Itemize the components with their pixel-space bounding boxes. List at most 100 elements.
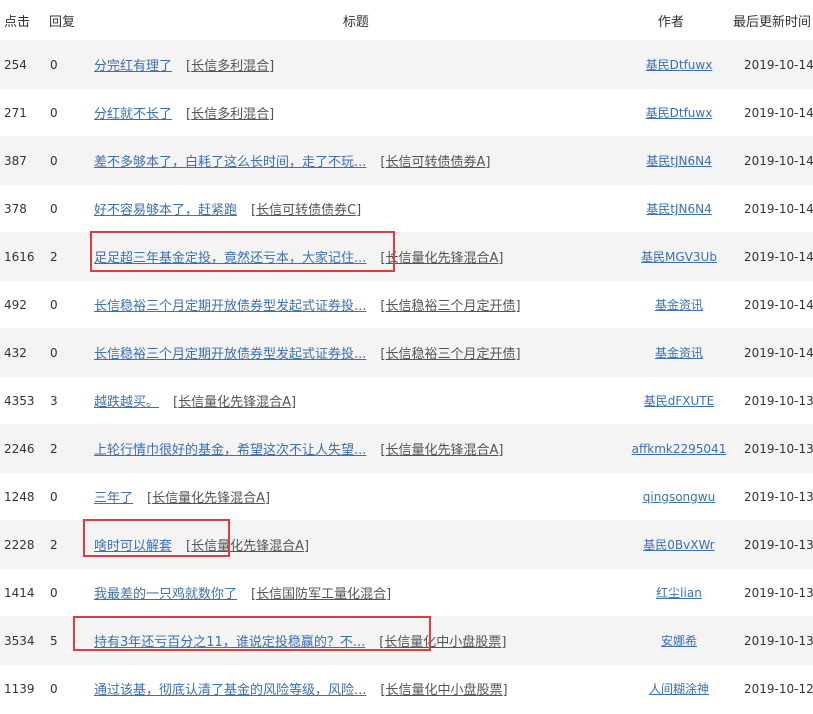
row-clicks: 492	[4, 297, 27, 312]
post-title-link[interactable]: 啥时可以解套	[94, 539, 172, 554]
row-title-cell: 持有3年还亏百分之11，谁说定投稳赢的？不... [长信量化中小盘股票]	[94, 631, 614, 650]
fund-tag: [长信稳裕三个月定开债]	[380, 347, 521, 362]
row-updated: 2019-10-14	[744, 249, 813, 264]
header-clicks: 点击	[4, 14, 31, 30]
fund-link[interactable]: 长信可转债债券A	[385, 155, 485, 170]
author-link[interactable]: 基民tJN6N4	[646, 202, 711, 216]
fund-tag: [长信稳裕三个月定开债]	[380, 299, 521, 314]
post-title-link[interactable]: 分红就不长了	[94, 107, 172, 122]
author-link[interactable]: affkmk2295041	[632, 442, 727, 456]
fund-link[interactable]: 长信可转债债券C	[256, 203, 356, 218]
post-title-link[interactable]: 分完红有理了	[94, 59, 172, 74]
author-link[interactable]: qingsongwu	[643, 490, 715, 504]
row-replies: 0	[50, 489, 58, 504]
row-updated: 2019-10-12	[744, 681, 813, 696]
row-replies: 0	[50, 57, 58, 72]
row-title-cell: 上轮行情巾很好的基金，希望这次不让人失望... [长信量化先锋混合A]	[94, 439, 614, 458]
row-updated: 2019-10-13	[744, 393, 813, 408]
post-title-link[interactable]: 长信稳裕三个月定期开放债券型发起式证券投...	[94, 347, 366, 362]
table-row: 1248 0 三年了 [长信量化先锋混合A] qingsongwu 2019-10…	[0, 472, 813, 520]
post-title-link[interactable]: 长信稳裕三个月定期开放债券型发起式证券投...	[94, 299, 366, 314]
row-author-cell: 基金资讯	[614, 344, 744, 361]
row-replies: 2	[50, 249, 58, 264]
fund-tag: [长信可转债债券A]	[380, 155, 491, 170]
author-link[interactable]: 基民tJN6N4	[646, 154, 711, 168]
fund-link[interactable]: 长信量化先锋混合A	[385, 251, 498, 266]
table-row: 387 0 差不多够本了，白耗了这么长时间，走了不玩... [长信可转债债券A] …	[0, 136, 813, 184]
row-clicks: 1248	[4, 489, 35, 504]
row-replies: 0	[50, 153, 58, 168]
fund-link[interactable]: 长信量化中小盘股票	[384, 635, 501, 650]
fund-link[interactable]: 长信多利混合	[191, 107, 269, 122]
author-link[interactable]: 基民Dtfuwx	[646, 106, 713, 120]
fund-tag: [长信可转债债券C]	[251, 203, 362, 218]
table-row: 3534 5 持有3年还亏百分之11，谁说定投稳赢的？不... [长信量化中小盘股…	[0, 616, 813, 664]
fund-tag: [长信多利混合]	[186, 59, 275, 74]
post-title-link[interactable]: 好不容易够本了，赶紧跑	[94, 203, 237, 218]
post-title-link[interactable]: 差不多够本了，白耗了这么长时间，走了不玩...	[94, 155, 366, 170]
author-link[interactable]: 基民Dtfuwx	[646, 58, 713, 72]
author-link[interactable]: 基民0BvXWr	[643, 538, 714, 552]
author-link[interactable]: 基金资讯	[655, 298, 703, 312]
row-title-cell: 长信稳裕三个月定期开放债券型发起式证券投... [长信稳裕三个月定开债]	[94, 295, 614, 314]
fund-link[interactable]: 长信稳裕三个月定开债	[385, 299, 515, 314]
author-link[interactable]: 安娜希	[661, 634, 697, 648]
row-updated: 2019-10-14	[744, 297, 813, 312]
row-updated: 2019-10-14	[744, 345, 813, 360]
post-title-link[interactable]: 足足超三年基金定投，竟然还亏本，大家记住...	[94, 251, 366, 266]
header-replies: 回复	[49, 14, 76, 30]
fund-tag: [长信量化先锋混合A]	[380, 251, 504, 266]
row-author-cell: 基金资讯	[614, 296, 744, 313]
fund-link[interactable]: 长信量化先锋混合A	[178, 395, 291, 410]
row-clicks: 271	[4, 105, 27, 120]
row-replies: 0	[50, 681, 58, 696]
row-author-cell: 基民0BvXWr	[614, 536, 744, 553]
post-title-link[interactable]: 持有3年还亏百分之11，谁说定投稳赢的？不...	[94, 635, 365, 650]
table-row: 271 0 分红就不长了 [长信多利混合] 基民Dtfuwx 2019-10-14	[0, 88, 813, 136]
row-author-cell: 基民Dtfuwx	[614, 104, 744, 121]
post-title-link[interactable]: 上轮行情巾很好的基金，希望这次不让人失望...	[94, 443, 366, 458]
fund-tag: [长信量化先锋混合A]	[186, 539, 310, 554]
fund-link[interactable]: 长信量化先锋混合A	[385, 443, 498, 458]
row-author-cell: qingsongwu	[614, 490, 744, 504]
fund-tag: [长信量化中小盘股票]	[379, 635, 507, 650]
post-title-link[interactable]: 通过该基，彻底认清了基金的风险等级，风险...	[94, 683, 366, 698]
row-clicks: 432	[4, 345, 27, 360]
post-title-link[interactable]: 我最差的一只鸡就数你了	[94, 587, 237, 602]
fund-tag: [长信量化先锋混合A]	[173, 395, 297, 410]
post-title-link[interactable]: 越跌越买。	[94, 395, 159, 410]
table-header: 点击 回复 标题 作者 最后更新时间	[0, 0, 813, 40]
author-link[interactable]: 红尘lian	[656, 586, 702, 600]
table-row: 378 0 好不容易够本了，赶紧跑 [长信可转债债券C] 基民tJN6N4 201…	[0, 184, 813, 232]
author-link[interactable]: 人间糊涂神	[649, 682, 709, 696]
row-title-cell: 足足超三年基金定投，竟然还亏本，大家记住... [长信量化先锋混合A]	[94, 247, 614, 266]
row-author-cell: 人间糊涂神	[614, 680, 744, 697]
row-updated: 2019-10-14	[744, 153, 813, 168]
post-title-link[interactable]: 三年了	[94, 491, 133, 506]
fund-link[interactable]: 长信多利混合	[191, 59, 269, 74]
author-link[interactable]: 基民dFXUTE	[644, 394, 714, 408]
row-updated: 2019-10-14	[744, 105, 813, 120]
fund-link[interactable]: 长信稳裕三个月定开债	[385, 347, 515, 362]
row-clicks: 254	[4, 57, 27, 72]
row-author-cell: 基民Dtfuwx	[614, 56, 744, 73]
header-updated: 最后更新时间	[732, 14, 811, 30]
table-row: 4353 3 越跌越买。 [长信量化先锋混合A] 基民dFXUTE 2019-10…	[0, 376, 813, 424]
header-title: 标题	[342, 14, 369, 30]
fund-link[interactable]: 长信量化先锋混合A	[191, 539, 304, 554]
author-link[interactable]: 基民MGV3Ub	[641, 250, 717, 264]
row-clicks: 3534	[4, 633, 35, 648]
row-title-cell: 通过该基，彻底认清了基金的风险等级，风险... [长信量化中小盘股票]	[94, 679, 614, 698]
fund-link[interactable]: 长信量化先锋混合A	[152, 491, 265, 506]
row-updated: 2019-10-13	[744, 633, 813, 648]
table-row: 2246 2 上轮行情巾很好的基金，希望这次不让人失望... [长信量化先锋混合A…	[0, 424, 813, 472]
row-updated: 2019-10-14	[744, 57, 813, 72]
row-author-cell: 安娜希	[614, 632, 744, 649]
row-clicks: 2246	[4, 441, 35, 456]
row-author-cell: 基民dFXUTE	[614, 392, 744, 409]
row-replies: 5	[50, 633, 58, 648]
row-title-cell: 啥时可以解套 [长信量化先锋混合A]	[94, 535, 614, 554]
fund-link[interactable]: 长信量化中小盘股票	[385, 683, 502, 698]
author-link[interactable]: 基金资讯	[655, 346, 703, 360]
fund-link[interactable]: 长信国防军工量化混合	[256, 587, 386, 602]
